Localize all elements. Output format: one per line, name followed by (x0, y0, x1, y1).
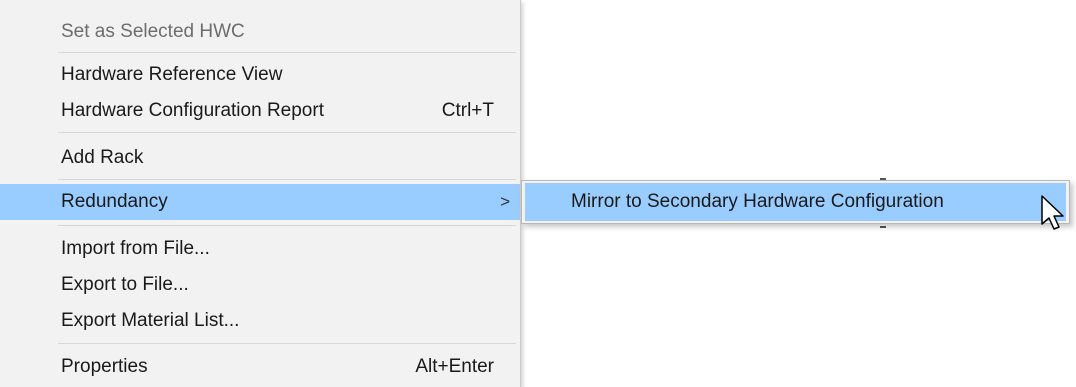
menu-item-label: Hardware Reference View (61, 64, 283, 85)
menu-item-hardware-reference-view[interactable]: Hardware Reference View (0, 57, 520, 93)
submenu-item-label: Mirror to Secondary Hardware Configurati… (571, 191, 944, 212)
menu-item-hardware-configuration-report[interactable]: Hardware Configuration Report Ctrl+T (0, 93, 520, 129)
menu-item-add-rack[interactable]: Add Rack (0, 140, 520, 176)
menu-separator (58, 52, 516, 53)
menu-separator (58, 179, 516, 180)
menu-item-label: Export Material List... (61, 310, 240, 331)
menu-item-properties[interactable]: Properties Alt+Enter (0, 349, 520, 385)
menu-separator (58, 225, 516, 226)
menu-item-label: Hardware Configuration Report (61, 100, 324, 121)
arrow-pointer-icon (1041, 195, 1064, 230)
menu-item-set-as-selected-hwc: Set as Selected HWC (0, 14, 520, 50)
menu-item-label: Set as Selected HWC (61, 21, 245, 42)
menu-item-import-from-file[interactable]: Import from File... (0, 231, 520, 267)
redundancy-submenu: Mirror to Secondary Hardware Configurati… (521, 180, 1070, 224)
menu-item-redundancy[interactable]: Redundancy > (0, 184, 520, 220)
submenu-item-mirror-to-secondary-hwc[interactable]: Mirror to Secondary Hardware Configurati… (525, 183, 1066, 221)
menu-item-shortcut: Ctrl+T (441, 100, 494, 121)
context-menu: Set as Selected HWC Hardware Reference V… (0, 0, 521, 387)
menu-item-label: Export to File... (61, 274, 189, 295)
context-menu-screen: Set as Selected HWC Hardware Reference V… (0, 0, 1076, 387)
menu-item-export-material-list[interactable]: Export Material List... (0, 303, 520, 339)
menu-item-label: Properties (61, 356, 148, 377)
menu-item-export-to-file[interactable]: Export to File... (0, 267, 520, 303)
menu-item-label: Add Rack (61, 147, 144, 168)
chevron-right-icon: > (500, 192, 510, 211)
menu-item-shortcut: Alt+Enter (415, 356, 494, 377)
background-mark (880, 226, 886, 228)
menu-item-label: Import from File... (61, 238, 210, 259)
menu-item-label: Redundancy (61, 191, 168, 212)
menu-separator (58, 343, 516, 344)
menu-separator (58, 132, 516, 133)
